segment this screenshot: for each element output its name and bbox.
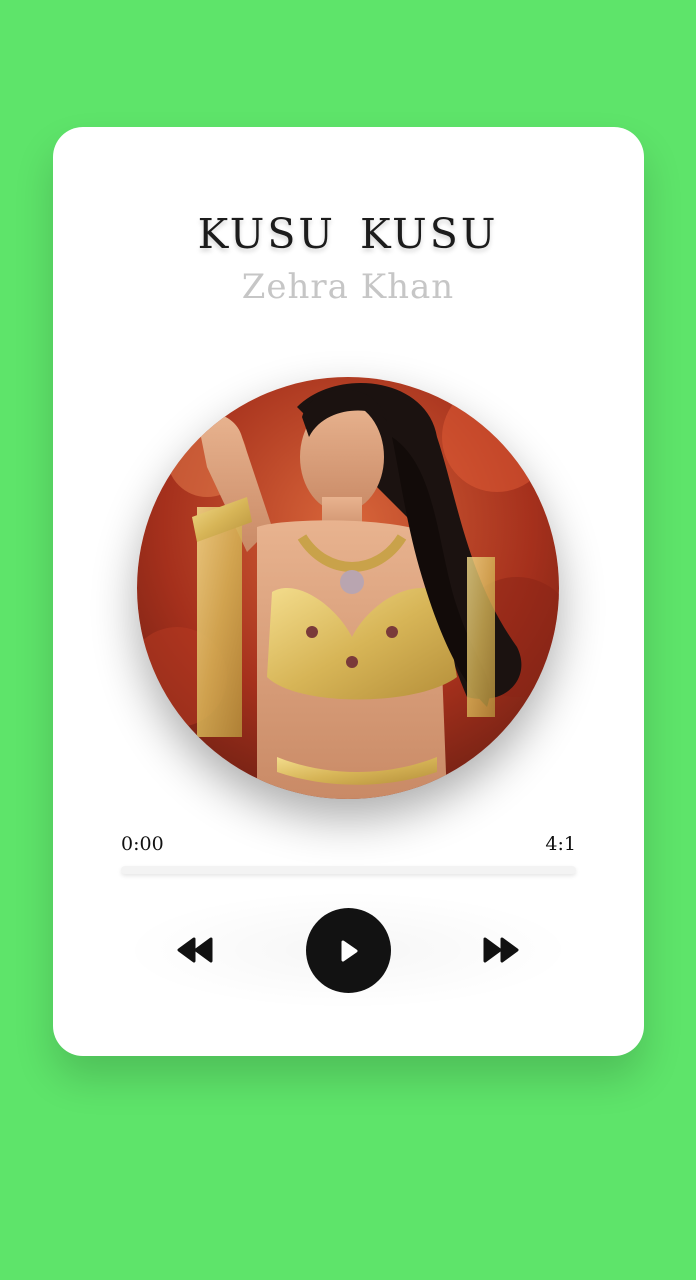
rewind-button[interactable] xyxy=(170,926,222,974)
fast-forward-button[interactable] xyxy=(474,926,526,974)
play-button[interactable] xyxy=(306,908,391,993)
album-cover-image xyxy=(137,377,559,799)
elapsed-time: 0:00 xyxy=(121,833,164,855)
fast-forward-icon xyxy=(483,937,519,963)
play-icon xyxy=(341,940,357,961)
album-cover xyxy=(137,377,559,799)
total-duration: 4:1 xyxy=(545,833,576,855)
progress-bar[interactable] xyxy=(121,866,576,874)
artist-name: Zehra Khan xyxy=(241,267,455,307)
rewind-icon xyxy=(177,937,213,963)
song-title: KUSU KUSU xyxy=(197,210,499,258)
